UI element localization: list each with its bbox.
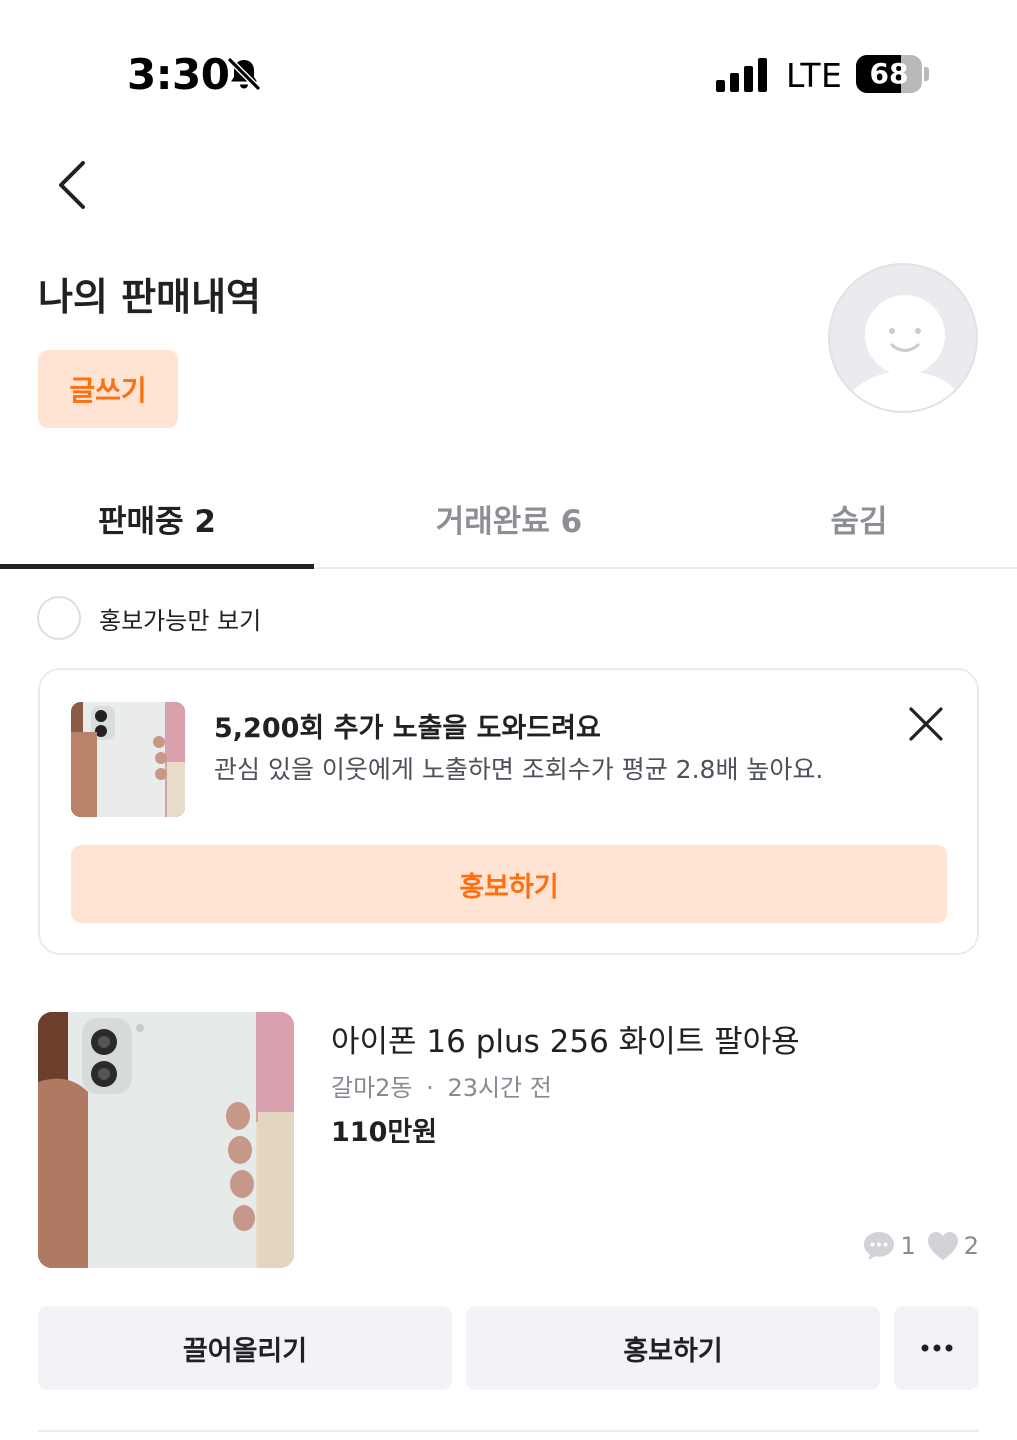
promotion-card: 5,200회 추가 노출을 도와드려요 관심 있을 이웃에게 노출하면 조회수가… [38,668,979,955]
listing-thumbnail [38,1012,294,1268]
network-type: LTE [786,56,843,95]
promote-button[interactable]: 홍보하기 [71,845,947,923]
default-profile-avatar-icon [843,295,967,411]
profile-avatar[interactable] [828,263,978,413]
like-count: 2 [963,1232,979,1260]
promo-title: 5,200회 추가 노출을 도와드려요 [214,713,601,744]
cellular-signal-icon [716,58,767,92]
tab-selling[interactable]: 판매중 2 [0,468,314,569]
battery-tip [924,67,929,81]
bell-muted-icon [227,57,261,91]
listing-time: 23시간 전 [447,1074,552,1102]
chat-bubble-icon [864,1232,895,1260]
status-bar: 3:30 LTE 68 [0,0,1017,150]
listing-location: 갈마2동 [331,1074,413,1102]
write-post-button[interactable]: 글쓰기 [38,350,178,428]
heart-icon [927,1232,958,1260]
listing-meta: 갈마2동 · 23시간 전 [331,1068,552,1103]
promo-product-thumbnail [71,702,185,817]
tab-completed[interactable]: 거래완료 6 [352,468,666,569]
listing-item[interactable]: 아이폰 16 plus 256 화이트 팔아용 갈마2동 · 23시간 전 11… [38,1012,979,1272]
battery-percent: 68 [869,57,909,90]
promo-description: 관심 있을 이웃에게 노출하면 조회수가 평균 2.8배 높아요. [214,755,824,784]
page-title: 나의 판매내역 [38,275,261,319]
chevron-left-icon [59,161,85,209]
meta-separator: · [426,1074,434,1102]
filter-label: 홍보가능만 보기 [99,606,262,635]
promotable-only-checkbox[interactable] [37,596,81,640]
sales-tabs: 판매중 2 거래완료 6 숨김 [0,468,1017,569]
back-button[interactable] [50,155,100,215]
listing-title: 아이폰 16 plus 256 화이트 팔아용 [331,1024,800,1060]
tab-active-indicator [0,564,314,569]
more-options-button[interactable] [894,1306,979,1390]
listing-stats: 1 2 [862,1230,979,1262]
listing-price: 110만원 [331,1117,438,1148]
promotable-only-filter[interactable]: 홍보가능만 보기 [37,596,261,640]
chat-count: 1 [900,1232,916,1260]
promote-listing-button[interactable]: 홍보하기 [466,1306,880,1390]
tab-hidden[interactable]: 숨김 [702,468,1016,569]
bottom-divider [38,1430,979,1432]
bump-up-button[interactable]: 끌어올리기 [38,1306,452,1390]
status-time: 3:30 [127,50,230,99]
more-horizontal-icon [921,1344,952,1352]
battery-icon: 68 [856,55,922,93]
close-icon[interactable] [906,704,946,744]
